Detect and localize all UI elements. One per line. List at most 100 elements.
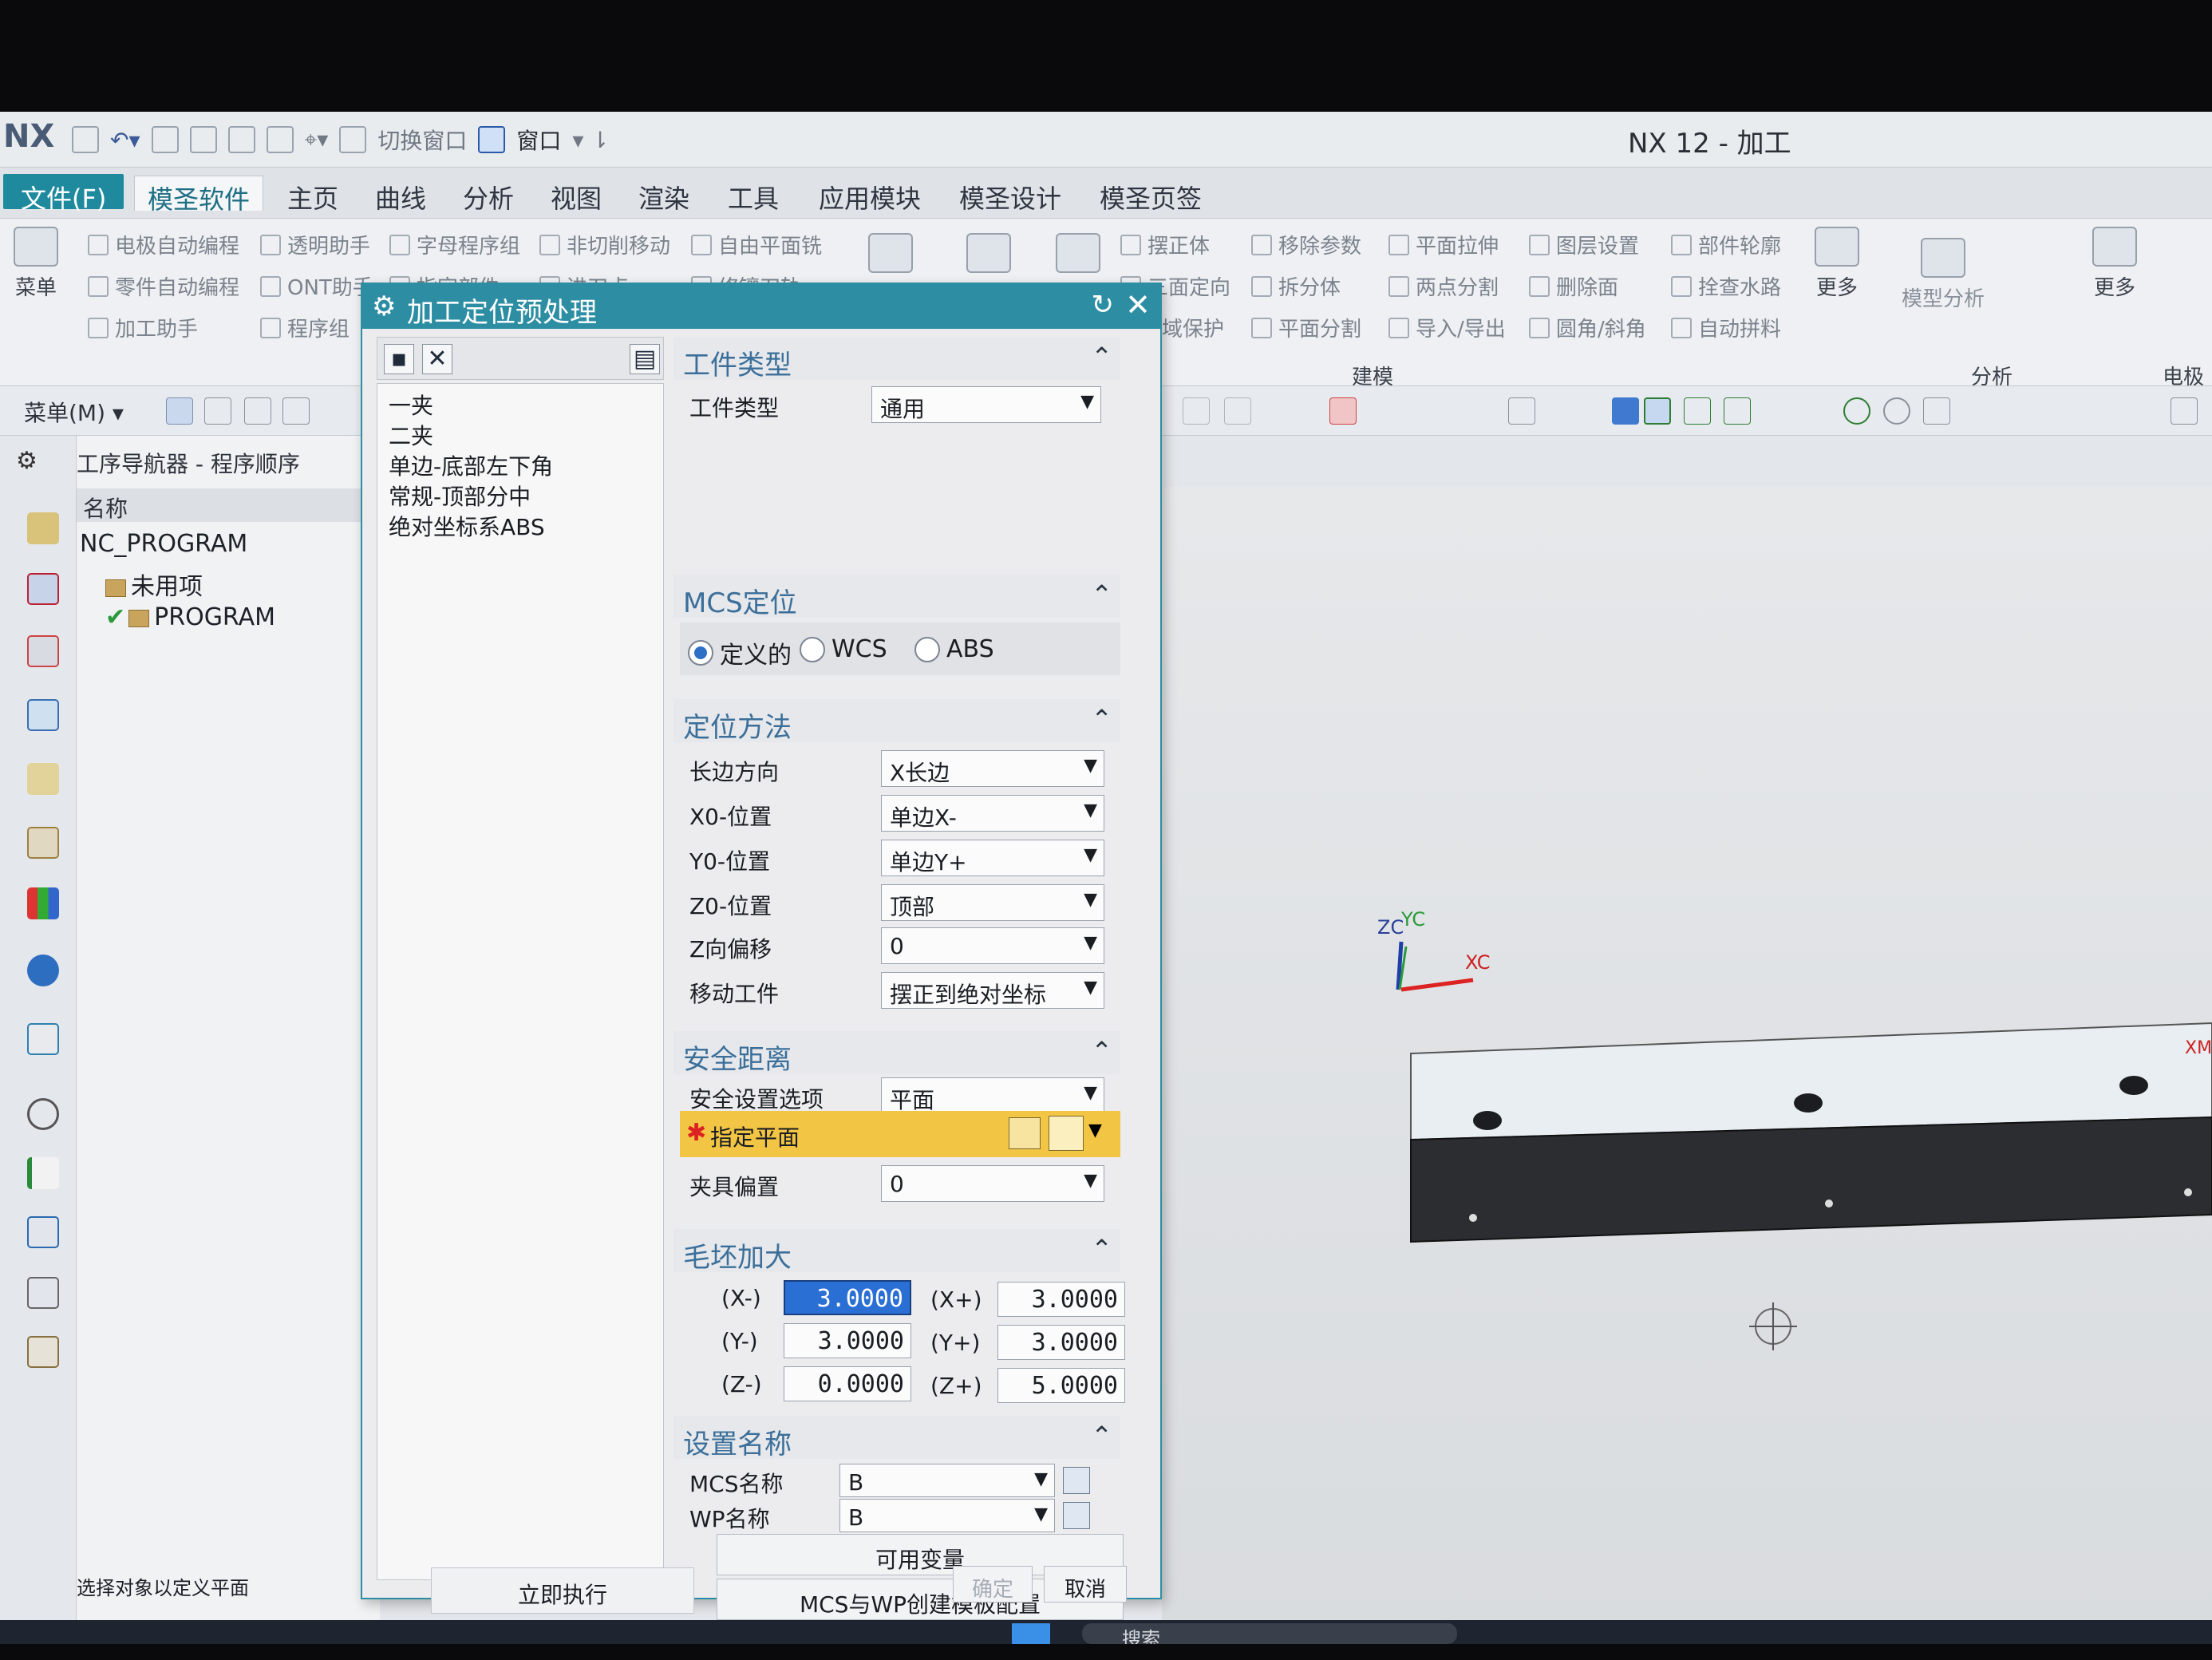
move-workpiece-select[interactable]: 摆正到绝对坐标 ▼ <box>881 972 1104 1009</box>
model-analysis-button[interactable]: 模型分析 <box>1891 238 1995 312</box>
more-button-1[interactable]: 更多 <box>1805 227 1869 301</box>
non-cutting-move-button[interactable]: 非切削移动 <box>539 230 670 259</box>
ok-button[interactable]: 确定 <box>953 1566 1033 1603</box>
section-setting-names[interactable]: 设置名称 ⌃ <box>673 1416 1120 1460</box>
z0-position-select[interactable]: 顶部 ▼ <box>881 884 1104 921</box>
select-list-icon[interactable] <box>282 397 310 425</box>
endpoint-icon[interactable] <box>1684 397 1711 425</box>
template-item[interactable]: 常规-顶部分中 <box>389 480 531 512</box>
point-snap-icon[interactable] <box>1644 397 1671 425</box>
collapse-icon[interactable]: ⌃ <box>1091 1421 1112 1451</box>
operation-navigator-icon[interactable] <box>27 699 59 731</box>
open-template-icon[interactable]: ▤ <box>630 344 660 374</box>
part-navigator-icon[interactable] <box>27 635 59 667</box>
touch-mode-icon[interactable]: ⌖▾ <box>305 126 329 153</box>
process-studio-icon[interactable] <box>27 1216 59 1248</box>
fillet-chamfer-button[interactable]: 圆角/斜角 <box>1529 313 1646 342</box>
radio-abs[interactable]: ABS <box>914 635 994 663</box>
save-icon[interactable] <box>72 126 99 153</box>
tab-mosheng-software[interactable]: 模圣软件 <box>134 176 264 215</box>
domain-protect-button[interactable]: 域保护 <box>1162 313 1224 342</box>
reuse-library-icon[interactable] <box>27 827 59 859</box>
long-side-direction-select[interactable]: X长边 ▼ <box>881 750 1104 787</box>
machining-helper-button[interactable]: 加工助手 <box>88 313 198 342</box>
file-menu[interactable]: 文件(F) <box>3 174 124 214</box>
snap-icon-1[interactable] <box>1183 397 1210 425</box>
graphics-window[interactable]: ZC YC XC XM <box>1162 487 2212 1620</box>
template-item[interactable]: 单边-底部左下角 <box>389 449 553 481</box>
box-select-icon[interactable] <box>1508 397 1535 425</box>
workpiece-type-select[interactable]: 通用 ▼ <box>871 386 1101 423</box>
delete-template-icon[interactable]: ✕ <box>422 344 452 374</box>
safety-option-select[interactable]: 平面 ▼ <box>881 1077 1104 1114</box>
tree-node-unused[interactable]: 未用项 <box>105 567 203 602</box>
mcs-name-list-icon[interactable] <box>1063 1467 1090 1494</box>
free-plane-mill-button[interactable]: 自由平面铣 <box>691 230 822 259</box>
delete-face-button[interactable]: 删除面 <box>1529 271 1618 301</box>
wp-name-select[interactable]: B ▼ <box>839 1499 1055 1532</box>
solid-icon[interactable] <box>1612 397 1639 425</box>
save-template-icon[interactable]: ▪ <box>384 344 414 374</box>
plane-dialog-icon[interactable] <box>1009 1117 1041 1149</box>
box-button[interactable] <box>1050 233 1106 278</box>
menu-button[interactable]: 菜单 <box>8 227 64 301</box>
template-item[interactable]: 绝对坐标系ABS <box>389 510 545 542</box>
system-materials-icon[interactable] <box>27 1157 59 1189</box>
select-filter-icon[interactable] <box>166 397 193 425</box>
workpiece-side-face[interactable] <box>1410 1116 2212 1243</box>
z-offset-select[interactable]: 0 ▼ <box>881 927 1104 964</box>
column-header-name[interactable]: 名称 <box>77 488 372 522</box>
machine-tool-navigator-icon[interactable] <box>27 763 59 795</box>
collapse-icon[interactable]: ⌃ <box>1091 342 1112 372</box>
roles-icon[interactable] <box>27 887 59 919</box>
part-auto-program-button[interactable]: 零件自动编程 <box>88 271 239 301</box>
part-outline-button[interactable]: 部件轮廓 <box>1671 230 1781 259</box>
x0-position-select[interactable]: 单边X- ▼ <box>881 795 1104 832</box>
close-icon[interactable]: ✕ <box>1125 287 1151 322</box>
section-locate-method[interactable]: 定位方法 ⌃ <box>673 699 1120 744</box>
collapse-icon[interactable]: ⌃ <box>1091 1036 1112 1066</box>
section-workpiece-type[interactable]: 工件类型 ⌃ <box>673 337 1120 381</box>
y0-position-select[interactable]: 单边Y+ ▼ <box>881 840 1104 876</box>
more-button-2[interactable]: 更多 <box>2083 227 2147 301</box>
check-waterway-button[interactable]: 拴查水路 <box>1671 271 1781 301</box>
windows-start-icon[interactable] <box>1012 1623 1050 1644</box>
ont-helper-button[interactable]: ONT助手 <box>260 271 373 301</box>
assembly-navigator-icon[interactable] <box>27 512 59 544</box>
radio-defined[interactable]: 定义的 <box>688 635 792 670</box>
z-minus-input[interactable]: 0.0000 <box>784 1366 911 1401</box>
collapse-icon[interactable]: ⌃ <box>1091 579 1112 610</box>
program-group-button[interactable]: 程序组 <box>260 313 350 342</box>
history-clock-icon[interactable] <box>27 1098 59 1130</box>
repeat-command-icon[interactable] <box>266 126 294 153</box>
tab-render[interactable]: 渲染 <box>626 176 702 214</box>
tab-curve[interactable]: 曲线 <box>362 176 439 214</box>
center-point-icon[interactable] <box>1843 397 1870 425</box>
row-specify-plane[interactable]: ✱ 指定平面 ▼ <box>680 1111 1120 1157</box>
window-menu-label[interactable]: 窗口 <box>516 124 561 156</box>
cut-icon[interactable] <box>151 126 179 153</box>
straighten-body-button[interactable]: 摆正体 <box>1120 230 1210 259</box>
transparent-helper-button[interactable]: 透明助手 <box>260 230 370 259</box>
plane-dropdown-arrow-icon[interactable]: ▼ <box>1088 1120 1102 1140</box>
collapse-icon[interactable]: ⌃ <box>1091 1234 1112 1264</box>
quick-access-more-icon[interactable]: ▾ ⇂ <box>572 127 609 153</box>
template-item[interactable]: 一夹 <box>389 389 433 421</box>
mcs-name-select[interactable]: B ▼ <box>839 1464 1055 1497</box>
y-plus-input[interactable]: 3.0000 <box>997 1325 1125 1360</box>
template-item[interactable]: 二夹 <box>389 419 433 451</box>
split-body-button[interactable]: 拆分体 <box>1251 271 1341 301</box>
execute-now-button[interactable]: 立即执行 <box>431 1567 694 1614</box>
tree-node-nc-program[interactable]: NC_PROGRAM <box>80 530 247 558</box>
tab-view[interactable]: 视图 <box>538 176 614 214</box>
section-mcs-position[interactable]: MCS定位 ⌃ <box>673 575 1120 619</box>
window-icon[interactable] <box>478 126 506 153</box>
x-plus-input[interactable]: 3.0000 <box>997 1282 1125 1317</box>
x-minus-input[interactable]: 3.0000 <box>784 1280 911 1315</box>
tab-mosheng-design[interactable]: 模圣设计 <box>946 176 1074 214</box>
constraint-navigator-icon[interactable] <box>27 573 59 605</box>
paste-icon[interactable] <box>227 126 255 153</box>
tab-analysis[interactable]: 分析 <box>450 176 527 214</box>
manufacturing-wizard-icon[interactable] <box>27 1277 59 1309</box>
midpoint-icon[interactable] <box>1724 397 1751 425</box>
